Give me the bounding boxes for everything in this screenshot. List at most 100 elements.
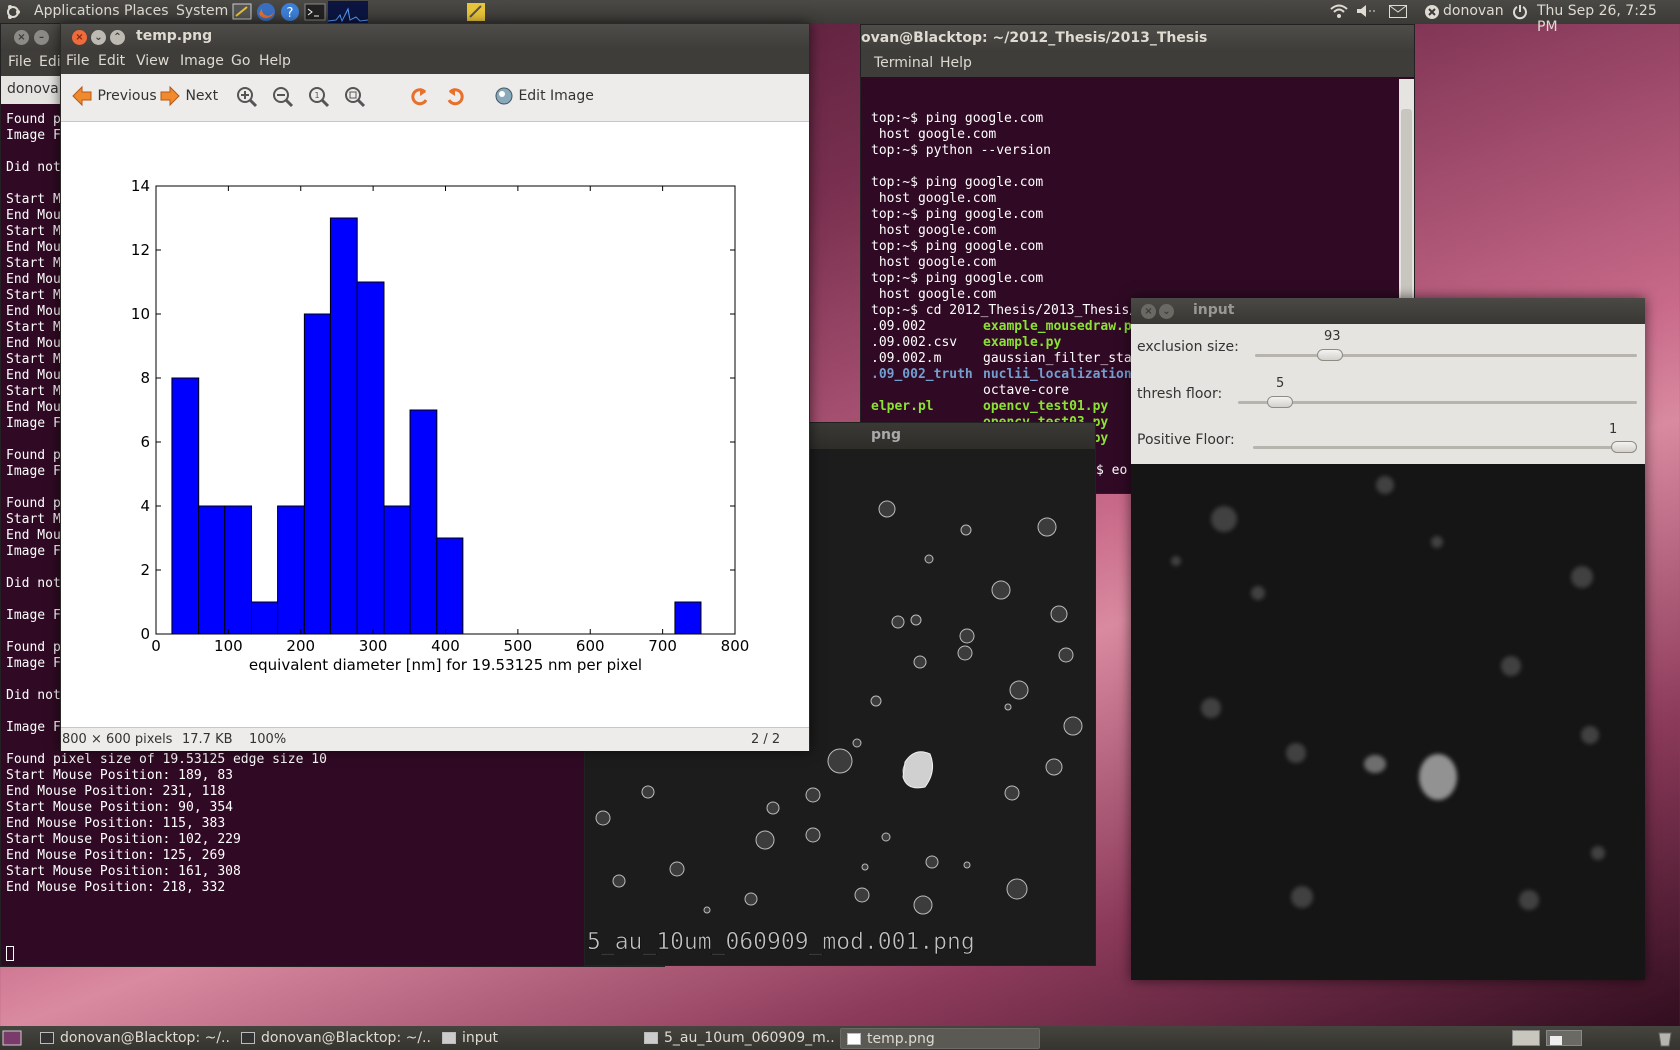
image-dimensions: 800 × 600 pixels <box>62 732 173 747</box>
close-icon[interactable]: × <box>1141 304 1156 319</box>
input-image[interactable] <box>1131 466 1645 980</box>
taskbar-item-terminal-2[interactable]: donovan@Blacktop: ~/... <box>235 1028 430 1049</box>
ls-entry: .09.002.csv <box>871 335 958 350</box>
menu-file[interactable]: File <box>66 53 89 69</box>
taskbar-item-terminal-1[interactable]: donovan@Blacktop: ~/... <box>34 1028 230 1049</box>
terminal-line: top:~$ ping google.com <box>871 207 1044 222</box>
viewer-titlebar[interactable]: × ⌄ ⌃ temp.png <box>61 24 809 50</box>
terminal-tab[interactable]: donovan <box>7 81 68 97</box>
image-filesize: 17.7 KB <box>182 732 233 747</box>
exclusion-size-row: exclusion size: 93 <box>1131 324 1645 371</box>
input-window: × ⌄ input exclusion size: 93 thresh floo… <box>1131 298 1645 980</box>
rotate-left-icon[interactable] <box>409 86 431 112</box>
menu-file[interactable]: File <box>8 54 31 70</box>
terminal-launcher-icon[interactable] <box>304 2 326 22</box>
system-menu[interactable]: System <box>176 3 228 19</box>
arrow-left-icon <box>72 85 92 107</box>
viewer-canvas[interactable]: 0 100 200 300 400 500 600 700 800 0 2 4 6 8 10 12 14 equi… <box>61 122 809 750</box>
positive-floor-handle[interactable] <box>1611 441 1637 453</box>
help-icon[interactable]: ? <box>280 2 300 22</box>
exclusion-size-label: exclusion size: <box>1137 339 1239 355</box>
y-tick-label: 10 <box>131 305 150 323</box>
minimize-icon[interactable]: ⌄ <box>1159 304 1174 319</box>
user-status-icon[interactable] <box>1424 4 1440 20</box>
ls-entry: elper.pl <box>871 399 934 414</box>
exclusion-size-slider[interactable] <box>1255 354 1637 357</box>
volume-icon[interactable] <box>1356 4 1378 18</box>
terminal-right-menubar: Terminal Help <box>861 52 1414 77</box>
terminal-right-title: ovan@Blacktop: ~/2012_Thesis/2013_Thesis <box>861 30 1208 46</box>
minimize-icon[interactable]: – <box>34 30 49 45</box>
power-icon[interactable] <box>1512 4 1528 20</box>
terminal-line: top:~$ ping google.com <box>871 239 1044 254</box>
trash-icon[interactable] <box>1656 1029 1674 1050</box>
menu-terminal[interactable]: Terminal <box>874 55 933 71</box>
terminal-line: top:~$ ping google.com <box>871 111 1044 126</box>
thresh-floor-slider[interactable] <box>1238 401 1637 404</box>
terminal-right-titlebar[interactable]: ovan@Blacktop: ~/2012_Thesis/2013_Thesis <box>861 25 1414 52</box>
places-menu[interactable]: Places <box>124 3 169 19</box>
histogram-bar <box>303 313 331 635</box>
image-viewer-window: × ⌄ ⌃ temp.png File Edit View Image Go H… <box>60 23 810 751</box>
terminal-line: top:~$ ping google.com <box>871 271 1044 286</box>
terminal-line: top:~$ ping google.com <box>871 175 1044 190</box>
taskbar-item-mod-image[interactable]: 5_au_10um_060909_m... <box>638 1028 834 1049</box>
clock[interactable]: Thu Sep 26, 7:25 PM <box>1537 3 1680 35</box>
zoom-in-icon[interactable] <box>236 86 258 112</box>
x-tick-label: 700 <box>648 637 677 655</box>
user-name[interactable]: donovan <box>1443 3 1504 19</box>
thresh-floor-handle[interactable] <box>1267 396 1293 408</box>
menu-view[interactable]: View <box>136 53 169 69</box>
exclusion-size-handle[interactable] <box>1317 349 1343 361</box>
workspace-switcher-1[interactable] <box>1512 1030 1540 1050</box>
menu-help[interactable]: Help <box>259 53 291 69</box>
ls-entry <box>871 383 991 399</box>
taskbar-item-temp-png[interactable]: temp.png <box>840 1028 1040 1049</box>
menu-go[interactable]: Go <box>231 53 250 69</box>
input-titlebar[interactable]: × ⌄ input <box>1131 298 1645 324</box>
y-tick-label: 12 <box>131 241 150 259</box>
terminal-right-output[interactable]: top:~$ ping google.com host google.com to… <box>871 79 1391 319</box>
zoom-out-icon[interactable] <box>272 86 294 112</box>
maximize-icon[interactable]: ⌃ <box>110 30 125 45</box>
terminal-line: Found pixel size of 19.53125 edge size 1… <box>6 752 327 767</box>
y-tick-label: 2 <box>140 561 150 579</box>
positive-floor-slider[interactable] <box>1253 446 1637 449</box>
next-label: Next <box>185 88 219 104</box>
terminal-line: End Mouse Position: 125, 269 <box>6 848 226 863</box>
zoom-fit-icon[interactable] <box>344 86 366 112</box>
show-desktop-icon[interactable] <box>2 1030 22 1050</box>
notes-icon[interactable] <box>466 2 486 22</box>
y-tick-label: 6 <box>140 433 150 451</box>
menu-image[interactable]: Image <box>180 53 224 69</box>
menu-help[interactable]: Help <box>940 55 972 71</box>
screenshot-launcher-icon[interactable] <box>232 2 252 22</box>
zoom-normal-icon[interactable]: 1 <box>308 86 330 112</box>
system-monitor-icon[interactable] <box>328 1 368 23</box>
x-tick-label: 300 <box>359 637 388 655</box>
applications-menu[interactable]: Applications <box>34 3 120 19</box>
thresh-floor-row: thresh floor: 5 <box>1131 371 1645 418</box>
previous-button[interactable]: Previous <box>71 85 157 107</box>
rotate-right-icon[interactable] <box>444 86 466 112</box>
wifi-icon[interactable] <box>1330 3 1348 19</box>
minimize-icon[interactable]: ⌄ <box>91 30 106 45</box>
terminal-icon <box>40 1032 54 1044</box>
next-button[interactable]: Next <box>159 85 218 107</box>
ls-entry: .09.002.m <box>871 351 942 366</box>
y-tick-label: 8 <box>140 369 150 387</box>
firefox-icon[interactable] <box>256 2 276 22</box>
mail-icon[interactable] <box>1389 5 1407 18</box>
close-icon[interactable]: × <box>72 30 87 45</box>
menu-edit[interactable]: Edit <box>98 53 125 69</box>
edit-image-button[interactable]: Edit Image <box>494 86 594 106</box>
workspace-switcher-2[interactable] <box>1546 1030 1582 1050</box>
taskbar-item-input[interactable]: input <box>436 1028 632 1049</box>
x-tick-label: 200 <box>286 637 315 655</box>
close-icon[interactable]: × <box>14 30 29 45</box>
scrollbar-thumb[interactable] <box>1401 109 1412 309</box>
window-icon <box>644 1032 658 1044</box>
terminal-icon <box>241 1032 255 1044</box>
input-title: input <box>1193 302 1235 318</box>
ubuntu-logo-icon[interactable] <box>5 4 21 20</box>
